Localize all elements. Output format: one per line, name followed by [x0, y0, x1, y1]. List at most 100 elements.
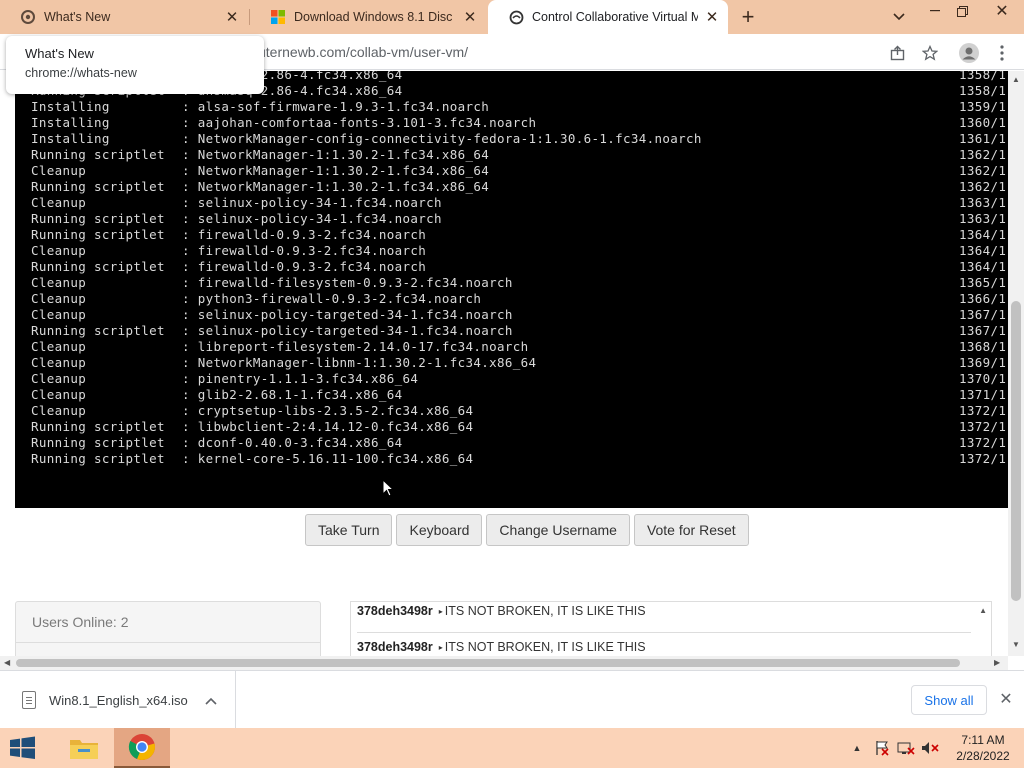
terminal-package: : alsa-sof-firmware-1.9.3-1.fc34.noarch: [182, 99, 490, 114]
tab-hover-tooltip: What's New chrome://whats-new: [6, 36, 264, 94]
windows-start-icon[interactable]: [8, 736, 40, 760]
terminal-count: 1367/1: [959, 307, 1007, 322]
terminal-count: 1370/1: [959, 371, 1007, 386]
terminal-line: Cleanup: firewalld-filesystem-0.9.3-2.fc…: [31, 275, 1006, 291]
terminal-count: 1369/1: [959, 355, 1007, 370]
terminal-line: Running scriptlet: kernel-core-5.16.11-1…: [31, 451, 1006, 467]
page-horizontal-scrollbar[interactable]: ◀ ▶: [0, 656, 1008, 670]
collabvm-icon: [508, 9, 524, 25]
terminal-count: 1362/1: [959, 163, 1007, 178]
tab-title: What's New: [44, 10, 111, 24]
tab-download-windows[interactable]: Download Windows 8.1 Disc Ima ✕: [250, 0, 486, 34]
terminal-action: Running scriptlet: [31, 211, 165, 226]
show-all-button[interactable]: Show all: [911, 685, 987, 715]
file-explorer-icon[interactable]: [56, 728, 112, 768]
chat-arrow-icon: ▸: [438, 642, 443, 652]
chat-divider: [357, 632, 971, 633]
terminal-line: Cleanup: selinux-policy-34-1.fc34.noarch…: [31, 195, 1006, 211]
chat-username[interactable]: 378deh3498r: [357, 640, 433, 654]
terminal-count: 1358/1: [959, 71, 1007, 82]
terminal-package: : NetworkManager-libnm-1:1.30.2-1.fc34.x…: [182, 355, 537, 370]
restore-icon[interactable]: [945, 0, 979, 22]
volume-muted-icon[interactable]: [920, 740, 940, 756]
terminal-line: Cleanup: pinentry-1.1.1-3.fc34.x86_64 137…: [31, 371, 1006, 387]
close-tab-icon[interactable]: ✕: [704, 9, 720, 26]
terminal-count: 1364/1: [959, 227, 1007, 242]
terminal-count: 1364/1: [959, 259, 1007, 274]
terminal-count: 1366/1: [959, 291, 1007, 306]
terminal-line: Running scriptlet: libwbclient-2:4.14.12…: [31, 419, 1006, 435]
close-window-icon[interactable]: ✕: [985, 0, 1019, 22]
terminal-count: 1372/1: [959, 435, 1007, 450]
bookmark-star-icon[interactable]: [919, 42, 941, 64]
scroll-right-arrow-icon[interactable]: ▶: [994, 658, 1000, 667]
download-item[interactable]: Win8.1_English_x64.iso: [0, 671, 236, 729]
terminal-action: Running scriptlet: [31, 451, 165, 466]
terminal-package: : selinux-policy-34-1.fc34.noarch: [182, 195, 442, 210]
terminal-action: Cleanup: [31, 339, 87, 354]
terminal-package: : firewalld-0.9.3-2.fc34.noarch: [182, 259, 427, 274]
windows-taskbar: ▲ 7:11 AM 2/28/2022: [0, 728, 1024, 768]
menu-kebab-icon[interactable]: [991, 42, 1013, 64]
terminal-line: Cleanup: NetworkManager-1:1.30.2-1.fc34.…: [31, 163, 1006, 179]
close-download-bar-icon[interactable]: ✕: [996, 689, 1016, 709]
terminal-package: : firewalld-filesystem-0.9.3-2.fc34.noar…: [182, 275, 513, 290]
tray-show-hidden-icon[interactable]: ▲: [850, 740, 864, 756]
terminal-package: : aajohan-comfortaa-fonts-3.101-3.fc34.n…: [182, 115, 537, 130]
terminal-count: 1360/1: [959, 115, 1007, 130]
close-tab-icon[interactable]: ✕: [224, 9, 240, 26]
change-username-button[interactable]: Change Username: [486, 514, 630, 546]
terminal-count: 1364/1: [959, 243, 1007, 258]
terminal-action: Cleanup: [31, 291, 87, 306]
terminal-action: Cleanup: [31, 163, 87, 178]
horizontal-scroll-thumb[interactable]: [16, 659, 960, 667]
chat-arrow-icon: ▸: [438, 606, 443, 616]
share-icon[interactable]: [887, 42, 909, 64]
tab-whats-new[interactable]: What's New ✕: [0, 0, 248, 34]
mouse-cursor-icon: [382, 479, 394, 497]
take-turn-button[interactable]: Take Turn: [305, 514, 393, 546]
microsoft-logo-icon: [270, 9, 286, 25]
terminal-package: : glib2-2.68.1-1.fc34.x86_64: [182, 387, 403, 402]
new-tab-plus-icon[interactable]: +: [736, 4, 760, 29]
page-vertical-scrollbar[interactable]: ▲ ▼: [1008, 71, 1024, 656]
chat-scroll-up-icon[interactable]: ▲: [979, 606, 987, 615]
vote-reset-button[interactable]: Vote for Reset: [633, 514, 749, 546]
close-tab-icon[interactable]: ✕: [462, 9, 478, 26]
terminal-line: Cleanup: selinux-policy-targeted-34-1.fc…: [31, 307, 1006, 323]
terminal-action: Running scriptlet: [31, 323, 165, 338]
terminal-line: Installing : aajohan-comfortaa-fonts-3.10…: [31, 115, 1006, 131]
profile-avatar-icon[interactable]: [958, 42, 980, 64]
flag-notification-icon[interactable]: [873, 740, 891, 756]
tab-collabvm[interactable]: Control Collaborative Virtual Ma ✕: [488, 0, 728, 34]
tab-search-chevron-icon[interactable]: [888, 6, 910, 28]
download-bar: Win8.1_English_x64.iso Show all ✕: [0, 670, 1024, 729]
scroll-up-arrow-icon[interactable]: ▲: [1012, 75, 1020, 84]
chat-panel: 378deh3498r ▸ ITS NOT BROKEN, IT IS LIKE…: [350, 601, 992, 656]
terminal-action: Running scriptlet: [31, 147, 165, 162]
chat-text: ITS NOT BROKEN, IT IS LIKE THIS: [444, 604, 646, 618]
vertical-scroll-thumb[interactable]: [1011, 301, 1021, 601]
chat-username[interactable]: 378deh3498r: [357, 604, 433, 618]
terminal-action: Installing: [31, 115, 110, 130]
keyboard-button[interactable]: Keyboard: [396, 514, 483, 546]
terminal-package: : pinentry-1.1.1-3.fc34.x86_64: [182, 371, 419, 386]
terminal-line: Running scriptlet : selinux-policy-34-1.f…: [31, 211, 1006, 227]
terminal-count: 1358/1: [959, 83, 1007, 98]
url-text[interactable]: uternewb.com/collab-vm/user-vm/: [258, 44, 468, 60]
vm-screen[interactable]: Installing: dnsmasq-2.86-4.fc34.x86_64 13…: [15, 71, 1008, 508]
chat-message: 378deh3498r ▸ ITS NOT BROKEN, IT IS LIKE…: [357, 638, 646, 656]
terminal-output: Installing: dnsmasq-2.86-4.fc34.x86_64 13…: [31, 71, 1006, 467]
chat-message: 378deh3498r ▸ ITS NOT BROKEN, IT IS LIKE…: [357, 602, 646, 620]
chevron-up-icon[interactable]: [201, 693, 221, 708]
network-icon[interactable]: [896, 740, 916, 756]
terminal-line: Installing: NetworkManager-config-connec…: [31, 131, 1006, 147]
system-clock[interactable]: 7:11 AM 2/28/2022: [948, 732, 1018, 764]
vm-control-buttons: Take Turn Keyboard Change Username Vote …: [305, 514, 749, 546]
scroll-down-arrow-icon[interactable]: ▼: [1012, 640, 1020, 649]
tooltip-url: chrome://whats-new: [25, 66, 137, 80]
scroll-left-arrow-icon[interactable]: ◀: [4, 658, 10, 667]
chrome-icon[interactable]: [114, 728, 170, 768]
terminal-package: : selinux-policy-34-1.fc34.noarch: [182, 211, 442, 226]
tab-strip: What's New ✕ Download Windows 8.1 Disc I…: [0, 0, 1024, 34]
